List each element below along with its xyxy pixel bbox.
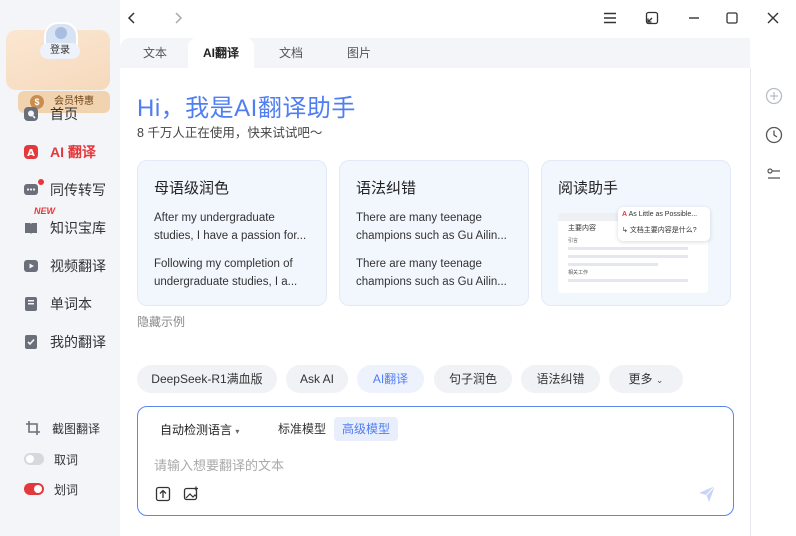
sidebar-item-home[interactable]: 首页 xyxy=(22,103,78,125)
send-icon xyxy=(699,485,716,502)
doc-line: 相关工作 xyxy=(568,270,589,276)
word-select-switch[interactable] xyxy=(24,483,44,495)
minimize-button[interactable] xyxy=(684,8,704,28)
translate-input-box[interactable]: 自动检测语言 ▾ 标准模型 高级模型 请输入想要翻译的文本 xyxy=(137,406,734,516)
knowledge-icon xyxy=(22,219,40,237)
history-button[interactable] xyxy=(764,125,784,145)
model-advanced-button[interactable]: 高级模型 xyxy=(334,417,399,441)
card-title: 语法纠错 xyxy=(356,180,417,197)
sidebar-item-label: 同传转写 xyxy=(50,182,106,198)
language-select-label: 自动检测语言 xyxy=(160,423,233,437)
new-chat-button[interactable] xyxy=(764,86,784,106)
card-example-text: There are many teenage champions such as… xyxy=(356,258,507,288)
tab-ai-translate[interactable]: AI翻译 xyxy=(188,38,254,68)
chip-grammar-check[interactable]: 语法纠错 xyxy=(521,365,600,393)
popup-question: ↳ 文档主要内容是什么? xyxy=(622,227,697,234)
maximize-icon xyxy=(726,12,738,24)
tab-text[interactable]: 文本 xyxy=(130,38,180,68)
word-select-toggle[interactable]: 划词 xyxy=(24,479,78,499)
back-button[interactable] xyxy=(122,8,142,28)
tab-document[interactable]: 文档 xyxy=(266,38,316,68)
menu-icon xyxy=(604,12,616,24)
close-icon xyxy=(767,12,779,24)
popup-title: A As Little as Possible... xyxy=(622,211,698,218)
model-standard-button[interactable]: 标准模型 xyxy=(270,417,334,441)
settings-button[interactable] xyxy=(764,164,784,184)
word-select-label: 划词 xyxy=(54,482,79,497)
caret-down-icon: ▾ xyxy=(235,427,240,436)
example-card-polish[interactable]: 母语级润色 After my undergraduate studies, I … xyxy=(137,160,327,306)
language-select[interactable]: 自动检测语言 ▾ xyxy=(160,421,239,438)
example-card-grammar[interactable]: 语法纠错 There are many teenage champions su… xyxy=(339,160,529,306)
chevron-down-icon: ⌄ xyxy=(655,375,664,385)
video-icon xyxy=(22,257,40,275)
sidebar-item-video[interactable]: 视频翻译 xyxy=(22,255,106,277)
card-example-text: Following my completion of undergraduate… xyxy=(154,258,298,288)
doc-line: 引言 xyxy=(568,238,579,244)
minimize-icon xyxy=(689,17,699,19)
screenshot-translate-label: 截图翻译 xyxy=(52,421,101,436)
plus-circle-icon xyxy=(765,87,783,105)
card-example-text: After my undergraduate studies, I have a… xyxy=(154,212,307,242)
sidebar-item-label: AI 翻译 xyxy=(50,144,96,160)
sidebar-item-wordbook[interactable]: 单词本 xyxy=(22,293,92,315)
my-translation-icon xyxy=(22,333,40,351)
sidebar-item-label: 我的翻译 xyxy=(50,334,106,350)
chip-more[interactable]: 更多 ⌄ xyxy=(609,365,683,393)
text-input-placeholder[interactable]: 请输入想要翻译的文本 xyxy=(154,455,284,474)
chevron-right-icon xyxy=(175,12,183,24)
sidebar-item-label: 知识宝库 xyxy=(50,220,106,236)
doc-heading: 主要内容 xyxy=(568,225,596,232)
hide-examples-link[interactable]: 隐藏示例 xyxy=(137,313,185,330)
tab-image[interactable]: 图片 xyxy=(334,38,384,68)
login-button[interactable]: 登录 xyxy=(40,43,80,59)
home-icon xyxy=(22,105,40,123)
sidebar-item-ai-translate[interactable]: A AI 翻译 xyxy=(22,141,96,163)
forward-button[interactable] xyxy=(168,8,188,28)
chip-more-label: 更多 xyxy=(628,372,653,386)
mini-mode-button[interactable] xyxy=(642,8,662,28)
word-pick-label: 取词 xyxy=(54,452,79,467)
sidebar-item-label: 首页 xyxy=(50,106,78,122)
example-card-reading[interactable]: 阅读助手 主要内容 引言 相关工作 A As Little as Possibl… xyxy=(541,160,731,306)
close-button[interactable] xyxy=(763,8,783,28)
mini-window-icon xyxy=(645,11,659,25)
crop-icon xyxy=(24,419,42,437)
interpret-icon xyxy=(22,181,40,199)
page-title: Hi，我是AI翻译助手 xyxy=(137,95,356,122)
upload-image-icon[interactable] xyxy=(182,485,200,503)
screenshot-translate-button[interactable]: 截图翻译 xyxy=(24,418,100,438)
word-pick-switch[interactable] xyxy=(24,453,44,465)
chip-ask-ai[interactable]: Ask AI xyxy=(286,365,348,393)
mode-tabs: 文本 AI翻译 文档 图片 xyxy=(120,38,750,68)
card-title: 母语级润色 xyxy=(154,180,230,197)
reading-assistant-illustration: 主要内容 引言 相关工作 A As Little as Possible... … xyxy=(558,207,723,293)
card-title: 阅读助手 xyxy=(558,180,619,197)
chip-ai-translate[interactable]: AI翻译 xyxy=(357,365,424,393)
word-pick-toggle[interactable]: 取词 xyxy=(24,449,78,469)
svg-text:A: A xyxy=(27,148,35,159)
chip-deepseek[interactable]: DeepSeek-R1满血版 xyxy=(137,365,277,393)
page-subtitle: 8 千万人正在使用，快来试试吧～ xyxy=(137,126,323,140)
sidebar: $ 会员特惠 登录 首页 A AI 翻译 同传转写 NEW 知识宝库 视频翻译 xyxy=(0,0,120,536)
send-button[interactable] xyxy=(698,485,718,505)
chip-sentence-polish[interactable]: 句子润色 xyxy=(434,365,512,393)
ai-translate-icon: A xyxy=(22,143,40,161)
menu-button[interactable] xyxy=(600,8,620,28)
upload-file-icon[interactable] xyxy=(154,485,172,503)
clock-icon xyxy=(765,126,783,144)
sidebar-item-interpret[interactable]: 同传转写 xyxy=(22,179,106,201)
wordbook-icon xyxy=(22,295,40,313)
new-badge: NEW xyxy=(34,206,55,216)
chevron-left-icon xyxy=(127,12,135,24)
sidebar-item-label: 视频翻译 xyxy=(50,258,106,274)
sliders-icon xyxy=(767,168,780,179)
card-example-text: There are many teenage champions such as… xyxy=(356,212,507,242)
right-rail xyxy=(750,68,796,536)
sidebar-item-label: 单词本 xyxy=(50,296,92,312)
sidebar-item-my-translation[interactable]: 我的翻译 xyxy=(22,331,106,353)
maximize-button[interactable] xyxy=(722,8,742,28)
sidebar-item-knowledge[interactable]: 知识宝库 xyxy=(22,217,106,239)
